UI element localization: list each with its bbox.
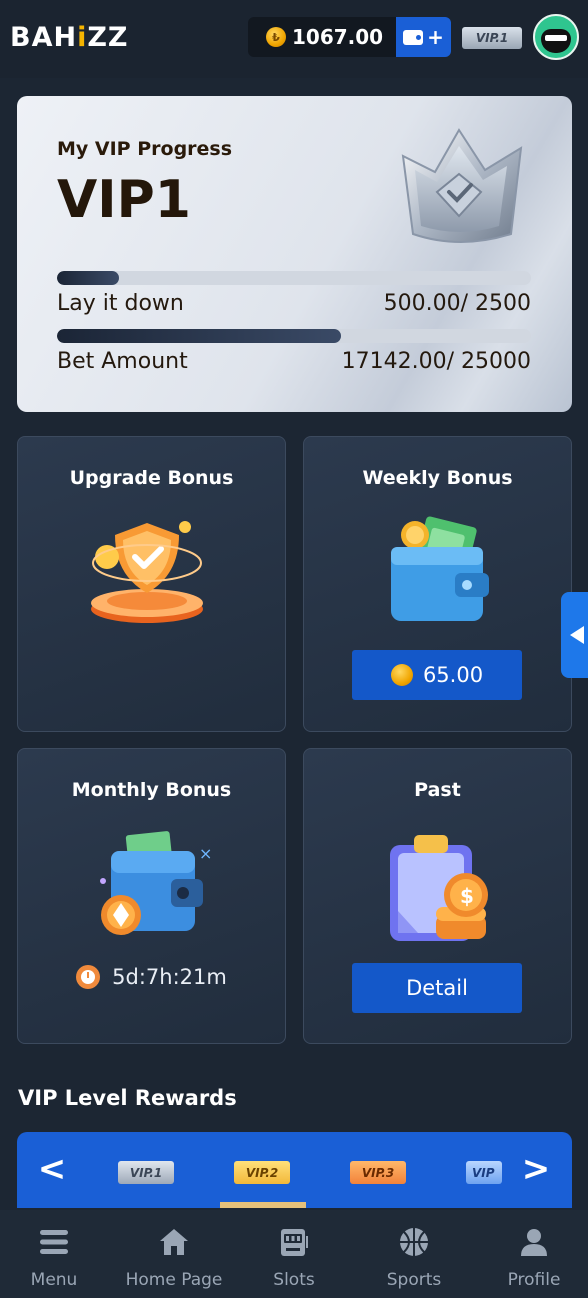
monthly-countdown: 5d:7h:21m bbox=[18, 965, 285, 989]
monthly-countdown-text: 5d:7h:21m bbox=[112, 965, 227, 989]
weekly-bonus-title: Weekly Bonus bbox=[362, 467, 513, 489]
menu-icon bbox=[40, 1230, 68, 1254]
nav-sports[interactable]: Sports bbox=[355, 1210, 473, 1298]
basketball-icon bbox=[400, 1228, 428, 1256]
vip-badge[interactable]: VIP.1 bbox=[462, 27, 522, 49]
plus-label: + bbox=[427, 25, 444, 49]
monthly-bonus-card[interactable]: Monthly Bonus × 5d:7h:21m bbox=[17, 748, 286, 1044]
lay-progress-row: Lay it down 500.00/ 2500 bbox=[57, 291, 531, 316]
profile-icon bbox=[521, 1229, 547, 1256]
arrow-left-icon bbox=[569, 626, 584, 644]
vip-level-carousel: < VIP.1 VIP.2 VIP.3 VIP > bbox=[17, 1132, 572, 1208]
bet-progress-bar bbox=[57, 329, 531, 343]
side-drawer-toggle[interactable] bbox=[561, 592, 588, 678]
bet-progress-row: Bet Amount 17142.00/ 25000 bbox=[57, 349, 531, 374]
vip-rewards-title: VIP Level Rewards bbox=[18, 1086, 237, 1110]
vip-level-title: VIP1 bbox=[57, 170, 191, 230]
svg-text:$: $ bbox=[460, 884, 474, 908]
past-bonus-card[interactable]: Past $ Detail bbox=[303, 748, 572, 1044]
nav-sports-label: Sports bbox=[386, 1270, 442, 1290]
vip-level-tab[interactable]: VIP bbox=[466, 1161, 502, 1184]
avatar[interactable] bbox=[533, 14, 579, 60]
upgrade-bonus-title: Upgrade Bonus bbox=[69, 467, 234, 489]
lay-progress-value: 500.00/ 2500 bbox=[383, 291, 531, 316]
bet-progress-fill bbox=[57, 329, 342, 343]
nav-profile[interactable]: Profile bbox=[475, 1210, 588, 1298]
vip-progress-subtitle: My VIP Progress bbox=[57, 138, 233, 160]
avatar-face-icon bbox=[541, 29, 571, 53]
selected-level-indicator bbox=[220, 1202, 306, 1208]
clipboard-coin-icon: $ bbox=[389, 835, 488, 941]
shield-gift-icon bbox=[90, 521, 203, 623]
nav-profile-label: Profile bbox=[507, 1270, 561, 1290]
nav-menu[interactable]: Menu bbox=[0, 1210, 113, 1298]
carousel-prev-button[interactable]: < bbox=[37, 1152, 67, 1186]
vip-crown-icon bbox=[401, 128, 523, 243]
nav-menu-label: Menu bbox=[30, 1270, 78, 1290]
vip-level-tab[interactable]: VIP.1 bbox=[118, 1161, 174, 1184]
vip-level-tab-selected[interactable]: VIP.2 bbox=[234, 1161, 290, 1184]
coin-icon: ₺ bbox=[266, 27, 286, 47]
nav-home[interactable]: Home Page bbox=[115, 1210, 233, 1298]
lay-progress-bar bbox=[57, 271, 531, 285]
past-detail-label: Detail bbox=[406, 976, 468, 1000]
lay-progress-fill bbox=[57, 271, 119, 285]
top-header: BAHiZZ ₺ 1067.00 + VIP.1 bbox=[0, 0, 588, 78]
deposit-button[interactable]: + bbox=[396, 17, 451, 57]
nav-slots-label: Slots bbox=[273, 1270, 315, 1290]
carousel-next-button[interactable]: > bbox=[521, 1152, 551, 1186]
weekly-bonus-amount: 65.00 bbox=[422, 663, 484, 687]
home-icon bbox=[160, 1229, 188, 1255]
nav-slots[interactable]: Slots bbox=[235, 1210, 353, 1298]
monthly-bonus-title: Monthly Bonus bbox=[71, 779, 232, 801]
weekly-bonus-claim-button[interactable]: 65.00 bbox=[352, 650, 522, 700]
past-bonus-title: Past bbox=[414, 779, 461, 801]
weekly-bonus-card[interactable]: Weekly Bonus 65.00 bbox=[303, 436, 572, 732]
brand-logo[interactable]: BAHiZZ bbox=[10, 22, 129, 53]
wallet-icon bbox=[403, 29, 424, 45]
balance-display[interactable]: ₺ 1067.00 bbox=[248, 17, 396, 57]
wallet-money-icon bbox=[390, 516, 489, 621]
wallet-coin-icon: × bbox=[99, 831, 212, 935]
nav-home-label: Home Page bbox=[125, 1270, 223, 1290]
slot-machine-icon bbox=[281, 1229, 308, 1256]
upgrade-bonus-card[interactable]: Upgrade Bonus bbox=[17, 436, 286, 732]
vip-level-tab[interactable]: VIP.3 bbox=[350, 1161, 406, 1184]
bet-progress-label: Bet Amount bbox=[57, 349, 188, 374]
past-detail-button[interactable]: Detail bbox=[352, 963, 522, 1013]
coin-icon bbox=[390, 664, 413, 686]
svg-text:×: × bbox=[199, 844, 212, 863]
bet-progress-value: 17142.00/ 25000 bbox=[341, 349, 531, 374]
lay-progress-label: Lay it down bbox=[57, 291, 184, 316]
clock-icon bbox=[76, 965, 101, 989]
bottom-navigation: Menu Home Page Slots Sports Profile bbox=[0, 1210, 588, 1298]
balance-value: 1067.00 bbox=[292, 25, 384, 49]
vip-progress-card: My VIP Progress VIP1 Lay it down 500.00/… bbox=[17, 96, 572, 412]
